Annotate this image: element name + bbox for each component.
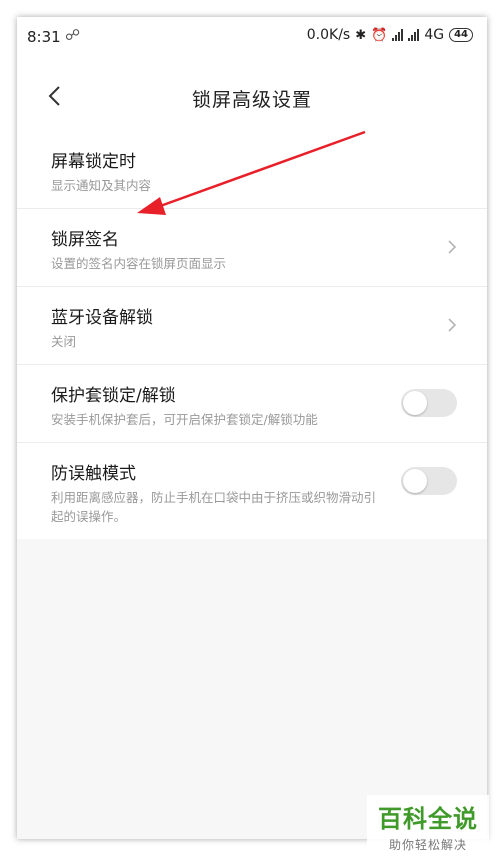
settings-list: 屏幕锁定时 显示通知及其内容 锁屏签名 设置的签名内容在锁屏页面显示 蓝牙设备解…: [17, 131, 487, 539]
setting-item-bluetooth-unlock[interactable]: 蓝牙设备解锁 关闭: [17, 287, 487, 365]
setting-item-lock-signature[interactable]: 锁屏签名 设置的签名内容在锁屏页面显示: [17, 209, 487, 287]
status-bar: 8:31 ☍ 0.0K/s ✱ ⏰ 4G 44: [17, 17, 487, 57]
cover-lock-toggle[interactable]: [401, 389, 457, 417]
setting-subtitle: 安装手机保护套后，可开启保护套锁定/解锁功能: [51, 412, 318, 427]
setting-item-screen-lock-time[interactable]: 屏幕锁定时 显示通知及其内容: [17, 131, 487, 209]
signal-icon: [392, 29, 404, 41]
watermark-title: 百科全说: [378, 805, 478, 833]
watermark-subtitle: 助你轻松解决: [388, 838, 467, 852]
setting-subtitle: 利用距离感应器，防止手机在口袋中由于挤压或织物滑动引起的误操作。: [51, 490, 377, 524]
bluetooth-icon: ✱: [355, 27, 367, 43]
network-speed: 0.0K/s: [306, 27, 351, 43]
setting-item-cover-lock: 保护套锁定/解锁 安装手机保护套后，可开启保护套锁定/解锁功能: [17, 365, 487, 443]
setting-subtitle: 显示通知及其内容: [51, 178, 152, 193]
signal-icon-2: [408, 29, 420, 41]
setting-title: 保护套锁定/解锁: [51, 386, 176, 406]
phone-screen: 8:31 ☍ 0.0K/s ✱ ⏰ 4G 44 锁屏高级设置 屏幕锁定时 显示通…: [17, 17, 487, 839]
status-indicators: 0.0K/s ✱ ⏰ 4G 44: [307, 27, 473, 43]
setting-title: 防误触模式: [51, 464, 136, 484]
alarm-icon: ⏰: [371, 27, 388, 43]
watermark-logo: 百科全说 助你轻松解决: [367, 795, 489, 853]
notification-icon: ☍: [65, 26, 81, 44]
toggle-knob: [403, 469, 427, 493]
battery-level: 44: [454, 29, 468, 40]
setting-subtitle: 关闭: [51, 334, 77, 349]
status-time: 8:31: [27, 28, 61, 46]
setting-title: 屏幕锁定时: [51, 152, 136, 172]
toggle-knob: [403, 391, 427, 415]
title-bar: 锁屏高级设置: [17, 57, 487, 131]
chevron-right-icon: [447, 239, 457, 259]
chevron-right-icon: [447, 317, 457, 337]
setting-title: 蓝牙设备解锁: [51, 308, 153, 328]
setting-title: 锁屏签名: [51, 230, 119, 250]
anti-touch-toggle[interactable]: [401, 467, 457, 495]
setting-item-anti-touch: 防误触模式 利用距离感应器，防止手机在口袋中由于挤压或织物滑动引起的误操作。: [17, 443, 487, 539]
setting-subtitle: 设置的签名内容在锁屏页面显示: [51, 256, 227, 271]
page-title: 锁屏高级设置: [191, 89, 312, 111]
network-type: 4G: [424, 27, 445, 43]
battery-icon: 44: [449, 28, 473, 42]
